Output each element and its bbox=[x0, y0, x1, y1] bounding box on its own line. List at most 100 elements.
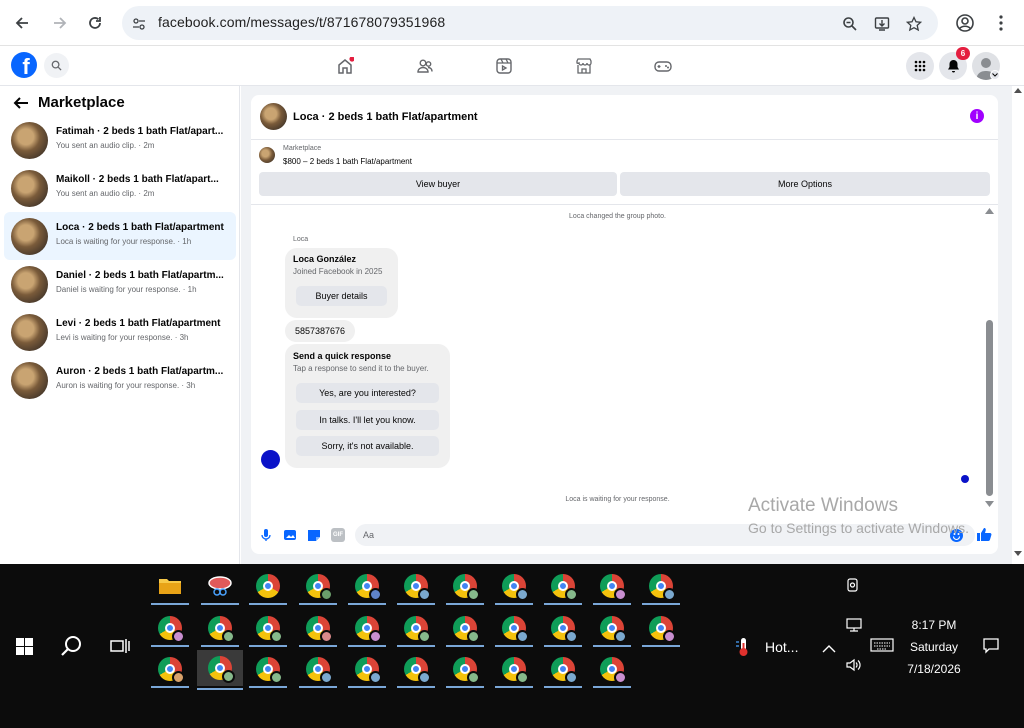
clock-time[interactable]: 8:17 PM bbox=[898, 618, 970, 632]
quick-response-title: Send a quick response bbox=[293, 351, 392, 361]
meet-now-icon[interactable] bbox=[845, 577, 861, 593]
gif-icon[interactable]: GIF bbox=[331, 528, 345, 542]
chrome-profile-icon[interactable] bbox=[446, 571, 484, 605]
chrome-profile-icon[interactable] bbox=[593, 571, 631, 605]
chrome-profile-icon[interactable] bbox=[544, 613, 582, 647]
microphone-icon[interactable] bbox=[259, 528, 273, 542]
chrome-profile-icon[interactable] bbox=[348, 571, 386, 605]
chat-title[interactable]: Loca · 2 beds 1 bath Flat/apartment bbox=[293, 111, 478, 123]
volume-icon[interactable] bbox=[845, 657, 863, 673]
quick-reply-interested[interactable]: Yes, are you interested? bbox=[296, 383, 439, 403]
chrome-profile-icon[interactable] bbox=[397, 613, 435, 647]
page-scrollbar[interactable] bbox=[1012, 86, 1024, 564]
listing-thumbnail bbox=[11, 170, 48, 207]
chrome-icon[interactable] bbox=[249, 571, 287, 605]
quick-reply-not-available[interactable]: Sorry, it's not available. bbox=[296, 436, 439, 456]
divider bbox=[251, 139, 998, 140]
weather-text[interactable]: Hot... bbox=[765, 639, 798, 655]
chrome-profile-icon[interactable] bbox=[348, 654, 386, 688]
info-icon[interactable]: i bbox=[970, 109, 984, 123]
chrome-profile-icon[interactable] bbox=[593, 613, 631, 647]
chrome-profile-icon[interactable] bbox=[299, 613, 337, 647]
conversation-title: Maikoll · 2 beds 1 bath Flat/apart... bbox=[56, 174, 219, 185]
home-icon[interactable] bbox=[334, 56, 356, 76]
listing-price[interactable]: $800 – 2 beds 1 bath Flat/apartment bbox=[283, 157, 412, 166]
chrome-profile-icon[interactable] bbox=[249, 654, 287, 688]
reload-icon[interactable] bbox=[82, 10, 108, 36]
more-options-button[interactable]: More Options bbox=[620, 172, 990, 196]
sticker-icon[interactable] bbox=[307, 528, 321, 542]
sender-name: Loca bbox=[293, 236, 309, 243]
chrome-profile-icon[interactable] bbox=[299, 654, 337, 688]
file-explorer-icon[interactable] bbox=[151, 571, 189, 605]
chrome-profile-icon[interactable] bbox=[495, 613, 533, 647]
chrome-profile-icon[interactable] bbox=[397, 571, 435, 605]
chrome-profile-icon[interactable] bbox=[544, 654, 582, 688]
buyer-details-button[interactable]: Buyer details bbox=[296, 286, 387, 306]
chrome-profile-icon[interactable] bbox=[642, 571, 680, 605]
photo-icon[interactable] bbox=[283, 528, 297, 542]
chrome-profile-icon[interactable] bbox=[348, 613, 386, 647]
clock-day[interactable]: Saturday bbox=[898, 640, 970, 654]
windows-start-icon[interactable] bbox=[16, 638, 33, 655]
menu-grid-icon[interactable] bbox=[906, 52, 934, 80]
gaming-icon[interactable] bbox=[652, 56, 674, 76]
message-input-placeholder: Aa bbox=[363, 530, 375, 540]
activate-windows-subtitle: Go to Settings to activate Windows. bbox=[748, 520, 969, 536]
zoom-icon[interactable] bbox=[840, 14, 860, 34]
address-bar[interactable]: facebook.com/messages/t/871678079351968 bbox=[122, 6, 938, 40]
conversation-item[interactable]: Daniel · 2 beds 1 bath Flat/apartm... Da… bbox=[4, 262, 236, 308]
phone-message: 5857387676 bbox=[285, 320, 355, 342]
action-center-icon[interactable] bbox=[983, 638, 999, 654]
reels-icon[interactable] bbox=[493, 56, 515, 76]
facebook-logo-icon[interactable]: f bbox=[11, 52, 37, 78]
url-text[interactable]: facebook.com/messages/t/871678079351968 bbox=[158, 14, 445, 30]
friends-icon[interactable] bbox=[414, 56, 436, 76]
chrome-profile-icon[interactable] bbox=[495, 571, 533, 605]
chat-scrollbar-thumb[interactable] bbox=[986, 320, 993, 496]
conversation-title: Levi · 2 beds 1 bath Flat/apartment bbox=[56, 318, 221, 329]
conversation-item[interactable]: Levi · 2 beds 1 bath Flat/apartment Levi… bbox=[4, 310, 236, 356]
search-taskbar-icon[interactable] bbox=[61, 635, 83, 657]
chrome-profile-icon[interactable] bbox=[446, 613, 484, 647]
keyboard-icon[interactable] bbox=[870, 638, 894, 652]
back-arrow-icon[interactable] bbox=[13, 96, 29, 110]
weather-icon[interactable] bbox=[735, 636, 753, 658]
profile-icon[interactable] bbox=[955, 13, 975, 33]
search-icon[interactable] bbox=[44, 53, 69, 78]
install-app-icon[interactable] bbox=[872, 14, 892, 34]
chrome-profile-icon[interactable] bbox=[397, 654, 435, 688]
chrome-profile-icon[interactable] bbox=[544, 571, 582, 605]
chrome-profile-icon[interactable] bbox=[249, 613, 287, 647]
chrome-profile-icon[interactable] bbox=[642, 613, 680, 647]
account-chevron-icon[interactable] bbox=[990, 70, 1000, 80]
view-buyer-button[interactable]: View buyer bbox=[259, 172, 617, 196]
conversation-item[interactable]: Fatimah · 2 beds 1 bath Flat/apart... Yo… bbox=[4, 118, 236, 164]
chrome-profile-icon[interactable] bbox=[151, 613, 189, 647]
conversation-item[interactable]: Auron · 2 beds 1 bath Flat/apartm... Aur… bbox=[4, 358, 236, 404]
tray-chevron-up-icon[interactable] bbox=[822, 641, 836, 653]
site-info-icon[interactable] bbox=[129, 14, 149, 34]
marketplace-icon[interactable] bbox=[573, 56, 595, 76]
conversation-item-selected[interactable]: Loca · 2 beds 1 bath Flat/apartment Loca… bbox=[4, 212, 236, 260]
chrome-profile-icon[interactable] bbox=[593, 654, 631, 688]
chrome-profile-icon[interactable] bbox=[151, 654, 189, 688]
chat-avatar[interactable] bbox=[260, 103, 287, 130]
bookmark-star-icon[interactable] bbox=[904, 14, 924, 34]
quick-reply-in-talks[interactable]: In talks. I'll let you know. bbox=[296, 410, 439, 430]
chrome-profile-icon[interactable] bbox=[201, 613, 239, 647]
back-icon[interactable] bbox=[9, 10, 35, 36]
forward-icon[interactable] bbox=[47, 10, 73, 36]
conversation-title: Daniel · 2 beds 1 bath Flat/apartm... bbox=[56, 270, 224, 281]
browser-menu-icon[interactable] bbox=[993, 13, 1009, 33]
chrome-profile-icon[interactable] bbox=[299, 571, 337, 605]
clock-date[interactable]: 7/18/2026 bbox=[898, 662, 970, 676]
chrome-profile-icon[interactable] bbox=[495, 654, 533, 688]
task-view-icon[interactable] bbox=[110, 637, 130, 655]
conversation-item[interactable]: Maikoll · 2 beds 1 bath Flat/apart... Yo… bbox=[4, 166, 236, 212]
chrome-profile-icon[interactable] bbox=[446, 654, 484, 688]
like-icon[interactable] bbox=[976, 527, 992, 542]
network-icon[interactable] bbox=[845, 617, 863, 633]
snipping-tool-icon[interactable] bbox=[201, 571, 239, 605]
chrome-profile-icon-active[interactable] bbox=[197, 650, 243, 690]
